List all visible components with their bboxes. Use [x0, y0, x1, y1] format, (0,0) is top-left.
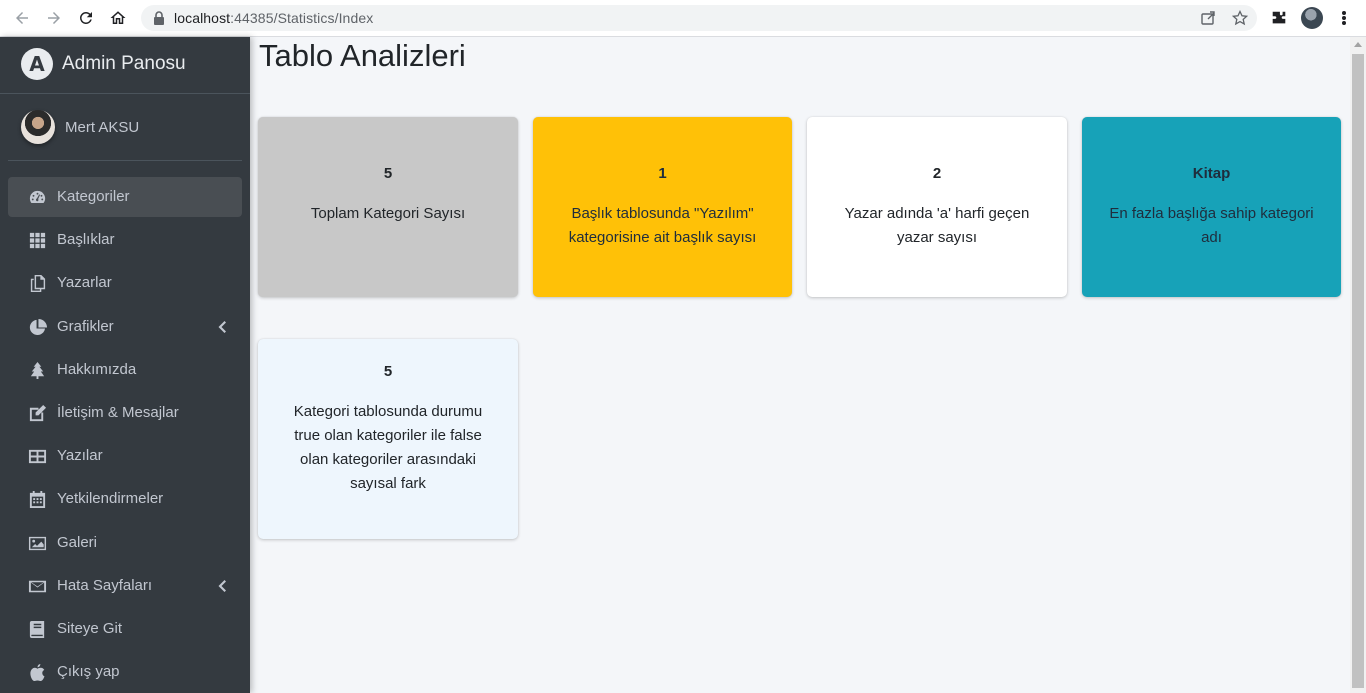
extensions-puzzle-icon[interactable]	[1270, 9, 1288, 27]
sidebar: A Admin Panosu Mert AKSU Kategoriler Baş…	[0, 37, 250, 693]
sidebar-item-galeri[interactable]: Galeri	[8, 523, 242, 563]
card-value: 5	[383, 165, 393, 182]
edit-icon	[28, 404, 47, 423]
card-text: Kategori tablosunda durumu true olan kat…	[293, 403, 483, 492]
user-name[interactable]: Mert AKSU	[65, 119, 139, 136]
image-icon	[28, 534, 47, 553]
home-icon[interactable]	[106, 6, 130, 30]
sidebar-item-siteye-git[interactable]: Siteye Git	[8, 609, 242, 649]
sidebar-item-iletisim[interactable]: İletişim & Mesajlar	[8, 393, 242, 433]
sidebar-item-label: İletişim & Mesajlar	[57, 404, 179, 421]
stat-card-authors-with-a: 2 Yazar adında 'a' harfi geçen yazar say…	[807, 117, 1067, 297]
sidebar-item-yetkilendirmeler[interactable]: Yetkilendirmeler	[8, 479, 242, 519]
sidebar-item-label: Çıkış yap	[57, 663, 120, 680]
scroll-up-arrow-icon[interactable]	[1354, 42, 1362, 47]
forward-arrow-icon[interactable]	[42, 6, 66, 30]
sidebar-item-label: Grafikler	[57, 318, 114, 335]
sidebar-item-label: Hata Sayfaları	[57, 577, 153, 594]
sidebar-item-label: Galeri	[57, 534, 98, 551]
brand-link[interactable]: A Admin Panosu	[0, 37, 250, 94]
card-value: 5	[383, 363, 393, 380]
sidebar-item-label: Kategoriler	[57, 188, 130, 205]
url-text: localhost:44385/Statistics/Index	[174, 10, 374, 26]
copy-icon	[28, 274, 47, 293]
sidebar-item-label: Yazılar	[57, 447, 103, 464]
sidebar-item-yazarlar[interactable]: Yazarlar	[8, 263, 242, 303]
pie-chart-icon	[28, 318, 47, 337]
reload-icon[interactable]	[74, 6, 98, 30]
content-wrapper: Tablo Analizleri 5 Toplam Kategori Sayıs…	[250, 37, 1350, 693]
tachometer-icon	[28, 188, 47, 207]
sidebar-item-hakkimizda[interactable]: Hakkımızda	[8, 350, 242, 390]
page-title: Tablo Analizleri	[259, 38, 466, 73]
grid-icon	[28, 231, 47, 250]
card-text: Yazar adında 'a' harfi geçen yazar sayıs…	[844, 205, 1030, 246]
vertical-scrollbar[interactable]	[1350, 37, 1366, 693]
chevron-left-icon	[218, 320, 226, 333]
card-text: En fazla başlığa sahip kategori adı	[1109, 205, 1314, 246]
lock-icon	[154, 11, 164, 25]
card-text: Toplam Kategori Sayısı	[310, 205, 466, 222]
tree-icon	[28, 361, 47, 380]
card-text: Başlık tablosunda "Yazılım" kategorisine…	[568, 205, 757, 246]
apple-icon	[28, 663, 47, 682]
menu-dots-icon[interactable]	[1337, 8, 1351, 28]
book-icon	[28, 620, 47, 639]
envelope-icon	[28, 577, 47, 596]
sidebar-item-label: Yazarlar	[57, 274, 112, 291]
sidebar-item-cikis-yap[interactable]: Çıkış yap	[8, 652, 242, 692]
chevron-left-icon	[218, 579, 226, 592]
stat-card-top-category: Kitap En fazla başlığa sahip kategori ad…	[1082, 117, 1341, 297]
back-arrow-icon[interactable]	[10, 6, 34, 30]
stat-card-status-difference: 5 Kategori tablosunda durumu true olan k…	[258, 339, 518, 539]
sidebar-item-label: Hakkımızda	[57, 361, 137, 378]
sidebar-item-hata-sayfalari[interactable]: Hata Sayfaları	[8, 566, 242, 606]
scroll-thumb[interactable]	[1352, 54, 1364, 688]
profile-avatar[interactable]	[1301, 7, 1323, 29]
card-value: Kitap	[1192, 165, 1231, 182]
brand-text: Admin Panosu	[62, 53, 186, 74]
address-bar[interactable]: localhost:44385/Statistics/Index	[141, 5, 1257, 31]
user-panel: Mert AKSU	[8, 94, 242, 161]
calendar-icon	[28, 490, 47, 509]
card-value: 2	[932, 165, 942, 182]
browser-toolbar: localhost:44385/Statistics/Index	[0, 0, 1366, 37]
card-value: 1	[658, 165, 667, 182]
user-avatar	[21, 110, 55, 144]
sidebar-item-grafikler[interactable]: Grafikler	[8, 307, 242, 347]
sidebar-item-kategoriler[interactable]: Kategoriler	[8, 177, 242, 217]
sidebar-item-basliklar[interactable]: Başlıklar	[8, 220, 242, 260]
table-icon	[28, 447, 47, 466]
sidebar-item-label: Başlıklar	[57, 231, 115, 248]
stat-card-category-count: 5 Toplam Kategori Sayısı	[258, 117, 518, 297]
stat-card-software-headings: 1 Başlık tablosunda "Yazılım" kategorisi…	[533, 117, 792, 297]
share-icon[interactable]	[1200, 10, 1216, 26]
sidebar-item-label: Siteye Git	[57, 620, 123, 637]
brand-logo-icon: A	[21, 48, 53, 80]
sidebar-item-label: Yetkilendirmeler	[57, 490, 164, 507]
sidebar-item-yazilar[interactable]: Yazılar	[8, 436, 242, 476]
star-icon[interactable]	[1232, 10, 1248, 26]
